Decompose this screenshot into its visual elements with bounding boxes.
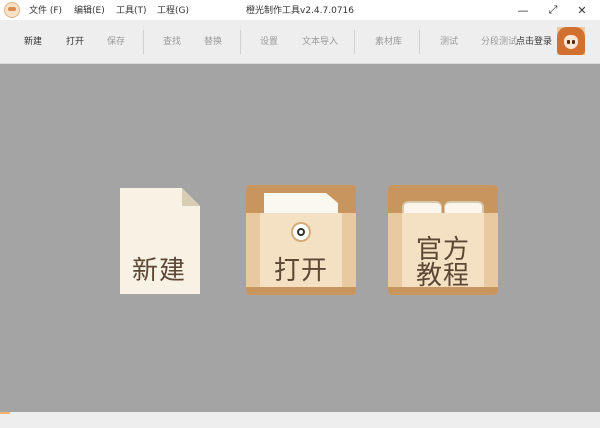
toolbar-assets-button[interactable]: 素材库 <box>375 34 402 47</box>
avatar-eye <box>567 40 570 44</box>
open-project-label: 打开 <box>274 256 329 286</box>
document-fold <box>182 188 200 206</box>
toolbar-replace-button[interactable]: 替换 <box>204 34 222 47</box>
status-accent <box>0 412 10 414</box>
new-project-label: 新建 <box>132 256 187 286</box>
toolbar-divider <box>240 30 241 54</box>
tutorial-label-line1: 官方 <box>416 235 471 265</box>
toolbar-find-button[interactable]: 查找 <box>163 34 181 47</box>
toolbar-divider <box>354 30 355 54</box>
avatar-eye <box>572 40 575 44</box>
tutorial-label-line2: 教程 <box>416 261 471 291</box>
title-bar: 文件 (F) 编辑(E) 工具(T) 工程(G) 橙光制作工具v2.4.7.07… <box>0 0 600 20</box>
new-project-card[interactable]: 新建 <box>120 188 200 294</box>
close-icon[interactable]: ✕ <box>567 0 597 20</box>
user-avatar[interactable] <box>557 27 585 55</box>
toolbar: 新建 打开 保存 查找 替换 设置 文本导入 素材库 测试 分段测试 点击登录 <box>0 20 600 64</box>
toolbar-open-button[interactable]: 打开 <box>66 34 84 47</box>
clasp-icon <box>291 222 311 242</box>
toolbar-divider <box>419 30 420 54</box>
box-base <box>246 287 356 295</box>
status-bar <box>0 412 600 428</box>
toolbar-segment-test-button[interactable]: 分段测试 <box>481 34 517 47</box>
toolbar-divider <box>143 30 144 54</box>
maximize-icon[interactable]: ⤢ <box>538 0 568 20</box>
toolbar-new-button[interactable]: 新建 <box>24 34 42 47</box>
toolbar-save-button[interactable]: 保存 <box>107 34 125 47</box>
login-link[interactable]: 点击登录 <box>516 34 552 47</box>
toolbar-text-import-button[interactable]: 文本导入 <box>302 34 338 47</box>
toolbar-settings-button[interactable]: 设置 <box>260 34 278 47</box>
avatar-face <box>564 35 578 49</box>
minimize-icon[interactable]: — <box>508 0 538 20</box>
toolbar-test-button[interactable]: 测试 <box>440 34 458 47</box>
tutorial-card[interactable]: 官方 教程 <box>388 185 498 295</box>
open-project-card[interactable]: 打开 <box>246 185 356 295</box>
clasp-ring <box>297 228 305 236</box>
